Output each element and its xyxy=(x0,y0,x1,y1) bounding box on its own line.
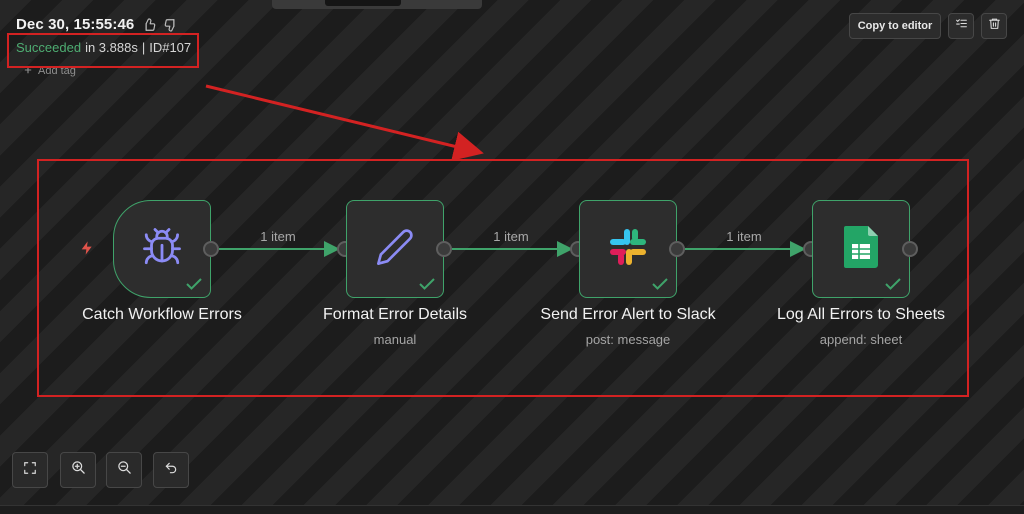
zoom-in-button[interactable] xyxy=(60,452,96,488)
list-check-button[interactable] xyxy=(948,13,974,39)
reset-icon xyxy=(164,461,178,480)
delete-button[interactable] xyxy=(981,13,1007,39)
execution-date: Dec 30, 15:55:46 xyxy=(16,16,135,33)
trash-icon xyxy=(988,17,1001,35)
panel-handle[interactable] xyxy=(325,0,401,6)
list-check-icon xyxy=(955,17,968,35)
zoom-out-button[interactable] xyxy=(106,452,142,488)
zoom-out-icon xyxy=(117,460,132,480)
annotation-box-workflow xyxy=(37,159,969,397)
fit-view-button[interactable] xyxy=(12,452,48,488)
reset-zoom-button[interactable] xyxy=(153,452,189,488)
thumbs-up-icon[interactable] xyxy=(142,17,156,32)
execution-header: Dec 30, 15:55:46 xyxy=(16,16,178,33)
thumbs-down-icon[interactable] xyxy=(164,18,178,32)
fit-view-icon xyxy=(23,461,37,480)
bottom-panel-edge xyxy=(0,505,1024,514)
copy-to-editor-button[interactable]: Copy to editor xyxy=(849,13,941,39)
annotation-box-status xyxy=(7,33,199,68)
zoom-in-icon xyxy=(71,460,86,480)
top-panel-tab[interactable] xyxy=(272,0,482,9)
